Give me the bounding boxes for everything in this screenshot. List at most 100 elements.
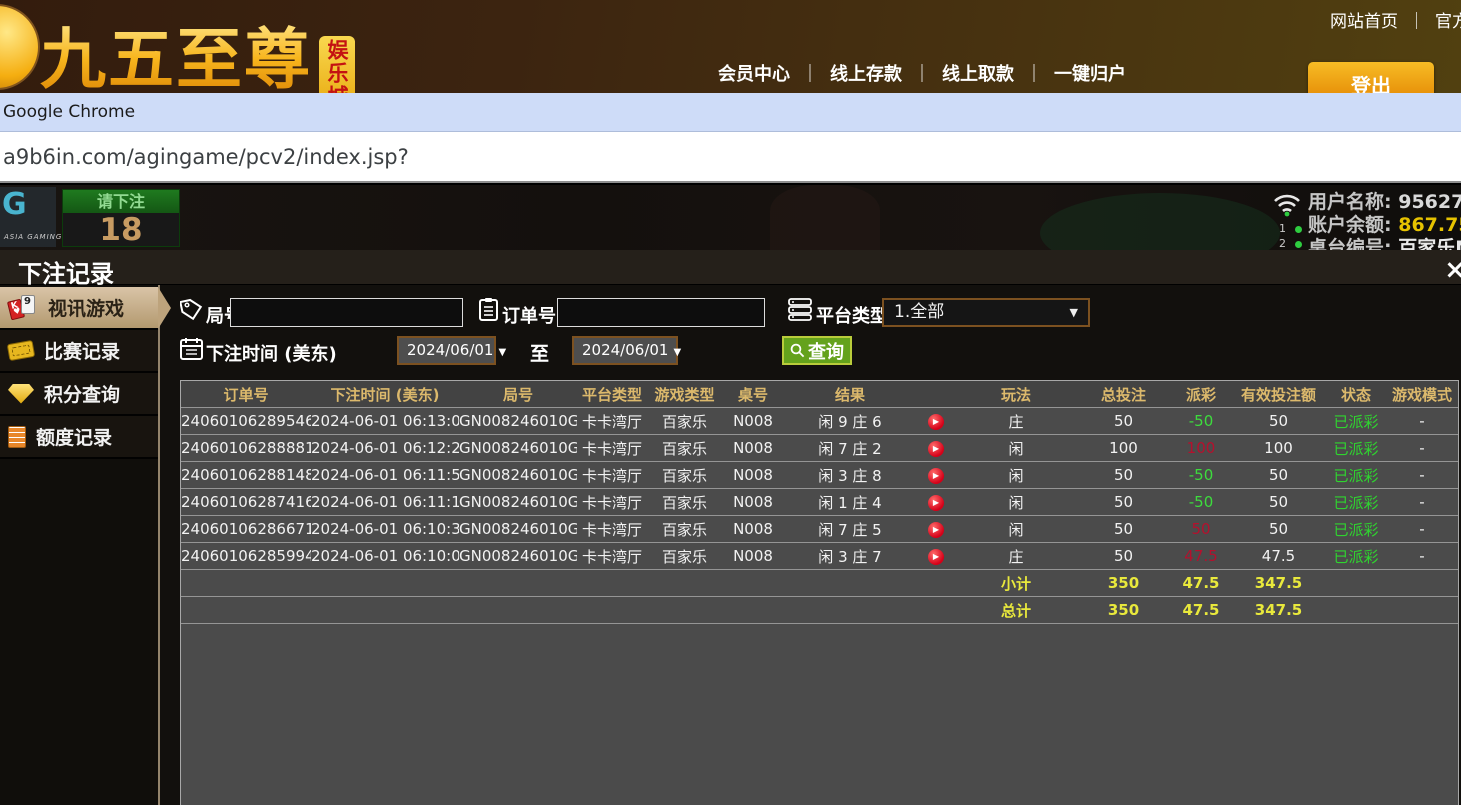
total-bet-cell: 50 <box>1076 412 1171 430</box>
total-label: 总计 <box>956 600 1076 621</box>
valid-bet-cell: 47.5 <box>1231 547 1326 565</box>
result-cell: 闲 7 庄 2 <box>784 438 916 459</box>
round-number-input[interactable] <box>230 298 463 327</box>
col-header: 订单号 <box>181 384 311 405</box>
table-no-cell: N008 <box>722 547 784 565</box>
modal-sidebar: K9 视讯游戏 比赛记录 积分查询 额度记录 <box>0 285 160 805</box>
order-cell: 240601062888816 <box>181 439 311 457</box>
document-icon <box>8 426 26 448</box>
order-number-label: 订单号 <box>502 302 556 328</box>
date-to-picker[interactable]: 2024/06/01▼ <box>572 336 678 365</box>
nav-one-key-transfer[interactable]: 一键归户 <box>1054 64 1126 85</box>
mode-cell: - <box>1386 547 1458 565</box>
play-icon[interactable]: ▶ <box>928 468 944 484</box>
nav-deposit[interactable]: 线上存款 <box>830 64 902 85</box>
popup-window-titlebar[interactable]: Google Chrome <box>0 93 1461 132</box>
payout-cell: 50 <box>1171 520 1231 538</box>
play-cell: ▶ <box>916 412 956 430</box>
game-type-cell: 百家乐 <box>647 519 722 540</box>
cards-icon: K9 <box>8 294 38 322</box>
game-type-cell: 百家乐 <box>647 465 722 486</box>
date-range-to-label: 至 <box>530 339 549 366</box>
top-link-official[interactable]: 官方 <box>1435 12 1461 32</box>
sidebar-item-points-query[interactable]: 积分查询 <box>0 373 158 416</box>
table-rows: 2406010628954632024-06-01 06:13:02GN0082… <box>181 407 1458 569</box>
payout-cell: -50 <box>1171 493 1231 511</box>
order-cell: 240601062874164 <box>181 493 311 511</box>
order-cell: 240601062881480 <box>181 466 311 484</box>
total-bet-cell: 50 <box>1076 493 1171 511</box>
tag-icon <box>180 298 203 321</box>
sidebar-item-label: 比赛记录 <box>44 337 120 364</box>
col-header: 状态 <box>1326 384 1386 405</box>
play-type-cell: 闲 <box>956 519 1076 540</box>
site-header: 九五至尊 娱乐城 网站首页｜官方 会员中心｜线上存款｜线上取款｜一键归户 登出 <box>0 0 1461 93</box>
play-icon[interactable]: ▶ <box>928 495 944 511</box>
table-row: 2406010628741642024-06-01 06:11:14GN0082… <box>181 488 1458 515</box>
sidebar-item-video-games[interactable]: K9 视讯游戏 <box>0 287 158 330</box>
provider-letter: G <box>2 187 27 222</box>
game-type-cell: 百家乐 <box>647 411 722 432</box>
play-cell: ▶ <box>916 466 956 484</box>
total-row: 总计 350 47.5 347.5 <box>181 596 1458 623</box>
search-button-label: 查询 <box>808 338 844 364</box>
search-button[interactable]: 查询 <box>782 336 852 365</box>
order-cell: 240601062859941 <box>181 547 311 565</box>
top-link-home[interactable]: 网站首页 <box>1330 12 1398 32</box>
play-icon[interactable]: ▶ <box>928 414 944 430</box>
col-header: 有效投注额 <box>1231 384 1326 405</box>
status-cell: 已派彩 <box>1326 438 1386 459</box>
coin-icon <box>0 4 40 90</box>
sidebar-item-match-records[interactable]: 比赛记录 <box>0 330 158 373</box>
status-cell: 已派彩 <box>1326 492 1386 513</box>
platform-cell: 卡卡湾厅 <box>577 438 647 459</box>
date-from-value: 2024/06/01 <box>407 341 493 359</box>
status-cell: 已派彩 <box>1326 465 1386 486</box>
sidebar-item-label: 积分查询 <box>44 380 120 407</box>
platform-cell: 卡卡湾厅 <box>577 546 647 567</box>
table-row: 2406010628599412024-06-01 06:10:01GN0082… <box>181 542 1458 569</box>
chevron-down-icon: ▼ <box>1070 300 1078 325</box>
valid-bet-cell: 50 <box>1231 493 1326 511</box>
platform-list-icon <box>788 298 812 321</box>
date-from-picker[interactable]: 2024/06/01▼ <box>397 336 496 365</box>
result-cell: 闲 1 庄 4 <box>784 492 916 513</box>
round-cell: GN008246010GB <box>459 412 577 430</box>
play-icon[interactable]: ▶ <box>928 522 944 538</box>
balance-line: 账户余额: 867.75 <box>1308 210 1461 233</box>
result-cell: 闲 3 庄 7 <box>784 546 916 567</box>
total-bet-cell: 50 <box>1076 520 1171 538</box>
payout-cell: 100 <box>1171 439 1231 457</box>
order-cell: 240601062866713 <box>181 520 311 538</box>
platform-type-select[interactable]: 1.全部 ▼ <box>882 298 1090 327</box>
play-cell: ▶ <box>916 493 956 511</box>
time-cell: 2024-06-01 06:10:01 <box>311 547 459 565</box>
col-header: 下注时间 (美东) <box>311 384 459 405</box>
valid-bet-cell: 100 <box>1231 439 1326 457</box>
status-cell: 已派彩 <box>1326 519 1386 540</box>
provider-logo: G ASIA GAMING <box>0 187 56 247</box>
play-cell: ▶ <box>916 547 956 565</box>
nav-withdraw[interactable]: 线上取款 <box>942 64 1014 85</box>
game-type-cell: 百家乐 <box>647 492 722 513</box>
total-valid-bet: 347.5 <box>1231 601 1326 619</box>
table-header-row: 订单号 下注时间 (美东) 局号 平台类型 游戏类型 桌号 结果 玩法 总投注 … <box>181 381 1458 407</box>
valid-bet-cell: 50 <box>1231 466 1326 484</box>
sidebar-item-quota-records[interactable]: 额度记录 <box>0 416 158 459</box>
countdown-value: 18 <box>63 213 179 247</box>
play-type-cell: 庄 <box>956 411 1076 432</box>
popup-url-bar: a9b6in.com/agingame/pcv2/index.jsp? <box>0 132 1461 183</box>
play-icon[interactable]: ▶ <box>928 441 944 457</box>
nav-member-center[interactable]: 会员中心 <box>718 64 790 85</box>
close-icon[interactable]: × <box>1444 255 1461 285</box>
mode-cell: - <box>1386 412 1458 430</box>
play-icon[interactable]: ▶ <box>928 549 944 565</box>
separator: ｜ <box>801 64 819 85</box>
payout-cell: -50 <box>1171 466 1231 484</box>
col-header: 局号 <box>459 384 577 405</box>
round-cell: GN008246010G9 <box>459 466 577 484</box>
road-number: 1 <box>1279 222 1286 235</box>
table-row: 2406010628667132024-06-01 06:10:37GN0082… <box>181 515 1458 542</box>
order-number-input[interactable] <box>557 298 765 327</box>
time-cell: 2024-06-01 06:12:25 <box>311 439 459 457</box>
